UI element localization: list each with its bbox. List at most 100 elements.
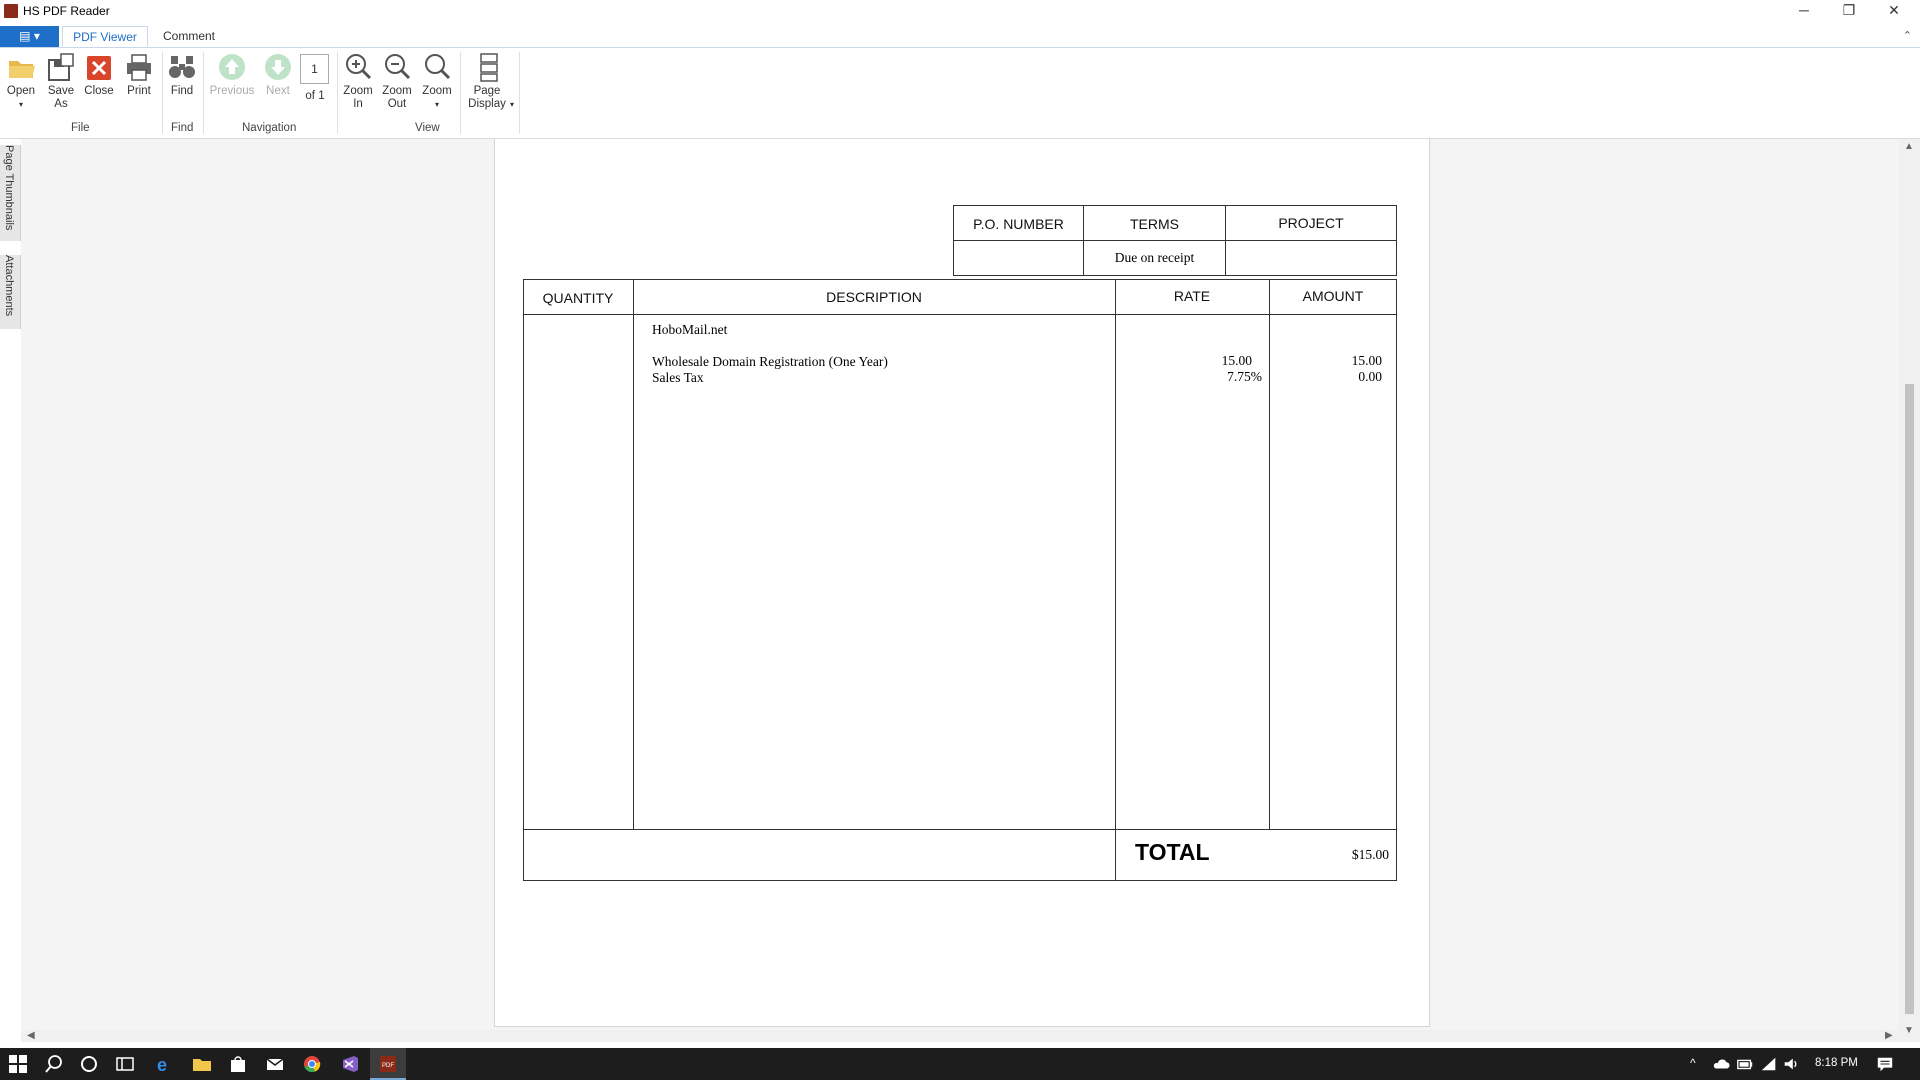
onedrive-cloud-icon[interactable] [1712,1055,1730,1073]
windows-start-icon[interactable] [8,1054,28,1074]
close-icon [87,56,111,80]
ribbon-collapse-button[interactable]: ⌃ [1903,29,1912,42]
next-label: Next [266,85,290,97]
group-label-find: Find [171,122,194,134]
task-view-icon[interactable] [115,1054,135,1074]
zoom-in-button[interactable]: Zoom In [341,52,375,111]
app-logo-icon [4,4,18,18]
close-window-button[interactable]: ✕ [1872,0,1916,22]
scroll-down-icon[interactable]: ▼ [1904,1025,1914,1036]
of-pages-text: of 1 [305,90,325,102]
chevron-down-icon: ▾ [510,100,515,109]
minimize-button[interactable]: ─ [1782,0,1826,22]
zoom-in-label: Zoom In [343,85,373,110]
mail-icon[interactable] [265,1054,285,1074]
scroll-up-icon[interactable]: ▲ [1904,141,1914,152]
chrome-icon[interactable] [302,1054,322,1074]
po-number-header: P.O. NUMBER [973,216,1064,232]
visual-studio-icon[interactable] [340,1054,360,1074]
project-header-cell: PROJECT [1225,205,1397,241]
save-as-icon [48,53,74,81]
line-item-description: HoboMail.net [652,322,728,337]
action-center-icon[interactable] [1876,1055,1894,1073]
page-display-icon [480,53,498,82]
title-bar: HS PDF Reader ─ ❐ ✕ [0,0,1920,22]
document-viewport[interactable]: P.O. NUMBER TERMS PROJECT Due on receipt… [21,139,1899,1042]
chevron-down-icon: ▾ [18,100,23,109]
tab-attachments[interactable]: Attachments [0,255,21,329]
clock-time[interactable]: 8:18 PM [1815,1057,1858,1069]
arrow-down-icon [265,54,291,80]
group-separator [337,52,338,134]
group-label-view: View [415,122,440,134]
pdf-page: P.O. NUMBER TERMS PROJECT Due on receipt… [494,139,1430,1027]
group-separator [162,52,163,134]
search-icon[interactable] [44,1054,64,1074]
group-label-file: File [71,122,90,134]
group-separator [460,52,461,134]
page-number-input[interactable]: 1 [300,54,329,84]
app-menu-button[interactable]: ▤ ▾ [0,26,59,47]
edge-browser-icon[interactable]: e [155,1054,175,1074]
page-display-button[interactable]: Page Display ▾ [464,52,514,111]
page-thumbnails-label: Page Thumbnails [3,145,15,231]
zoom-button[interactable]: Zoom ▾ [419,52,455,111]
windows-taskbar: e PDF ^ 8:18 PM [0,1048,1920,1080]
horizontal-scrollbar[interactable]: ◀ ▶ [21,1030,1899,1042]
print-button[interactable]: Print [122,52,156,98]
vertical-scrollbar[interactable]: ▲ ▼ [1899,139,1920,1042]
battery-icon[interactable] [1736,1055,1754,1073]
quantity-header: QUANTITY [542,290,614,306]
page-count-label: of 1 [300,90,330,103]
total-label: TOTAL [1135,839,1210,865]
file-explorer-icon[interactable] [192,1054,212,1074]
zoom-out-button[interactable]: Zoom Out [379,52,415,111]
group-separator [203,52,204,134]
wifi-icon[interactable] [1760,1055,1778,1073]
svg-text:PDF: PDF [382,1063,394,1069]
column-divider [633,279,634,830]
description-header: DESCRIPTION [826,289,922,305]
find-button[interactable]: Find [166,52,198,98]
amount-header: AMOUNT [1302,288,1364,304]
line-item-rate: 7.75% [1227,369,1262,384]
project-header: PROJECT [1278,215,1344,231]
previous-page-button[interactable]: Previous [208,52,256,98]
save-as-button[interactable]: Save As [44,52,78,111]
total-divider [523,829,1397,830]
close-document-button[interactable]: Close [82,52,116,98]
save-as-label: Save As [47,85,75,110]
header-divider [523,314,1397,315]
show-hidden-icons-icon[interactable]: ^ [1690,1056,1696,1070]
po-number-value-cell [953,240,1084,276]
magnifier-icon [425,54,451,80]
project-value-cell [1225,240,1397,276]
tab-pdf-viewer[interactable]: PDF Viewer [62,26,148,47]
hs-pdf-reader-taskbar-button[interactable]: PDF [370,1048,406,1080]
tab-page-thumbnails[interactable]: Page Thumbnails [0,145,21,241]
line-item-description: Wholesale Domain Registration (One Year) [652,354,888,369]
printer-icon [127,54,151,81]
ribbon-tab-strip: ▤ ▾ PDF Viewer Comment ⌃ [0,25,1920,47]
terms-header-cell: TERMS [1083,205,1226,241]
next-page-button[interactable]: Next [262,52,294,98]
volume-icon[interactable] [1782,1055,1800,1073]
line-item-rate: 15.00 [1221,353,1252,368]
line-item-amount: 15.00 [1351,353,1382,368]
tab-comment[interactable]: Comment [156,26,222,47]
print-label: Print [127,85,151,97]
scrollbar-thumb[interactable] [1905,384,1914,1014]
restore-button[interactable]: ❐ [1827,0,1871,22]
store-icon[interactable] [228,1054,248,1074]
find-label: Find [170,85,194,97]
po-number-header-cell: P.O. NUMBER [953,205,1084,241]
page-display-label: Page Display [468,85,506,110]
scroll-left-icon[interactable]: ◀ [27,1030,35,1041]
cortana-icon[interactable] [79,1054,99,1074]
previous-label: Previous [209,85,255,97]
terms-value: Due on receipt [1114,250,1195,265]
scroll-right-icon[interactable]: ▶ [1885,1030,1893,1041]
attachments-label: Attachments [3,255,15,317]
open-button[interactable]: Open ▾ [4,52,38,111]
ribbon-toolbar: Open ▾ Save As Close Print File Find Fin… [0,47,1920,139]
